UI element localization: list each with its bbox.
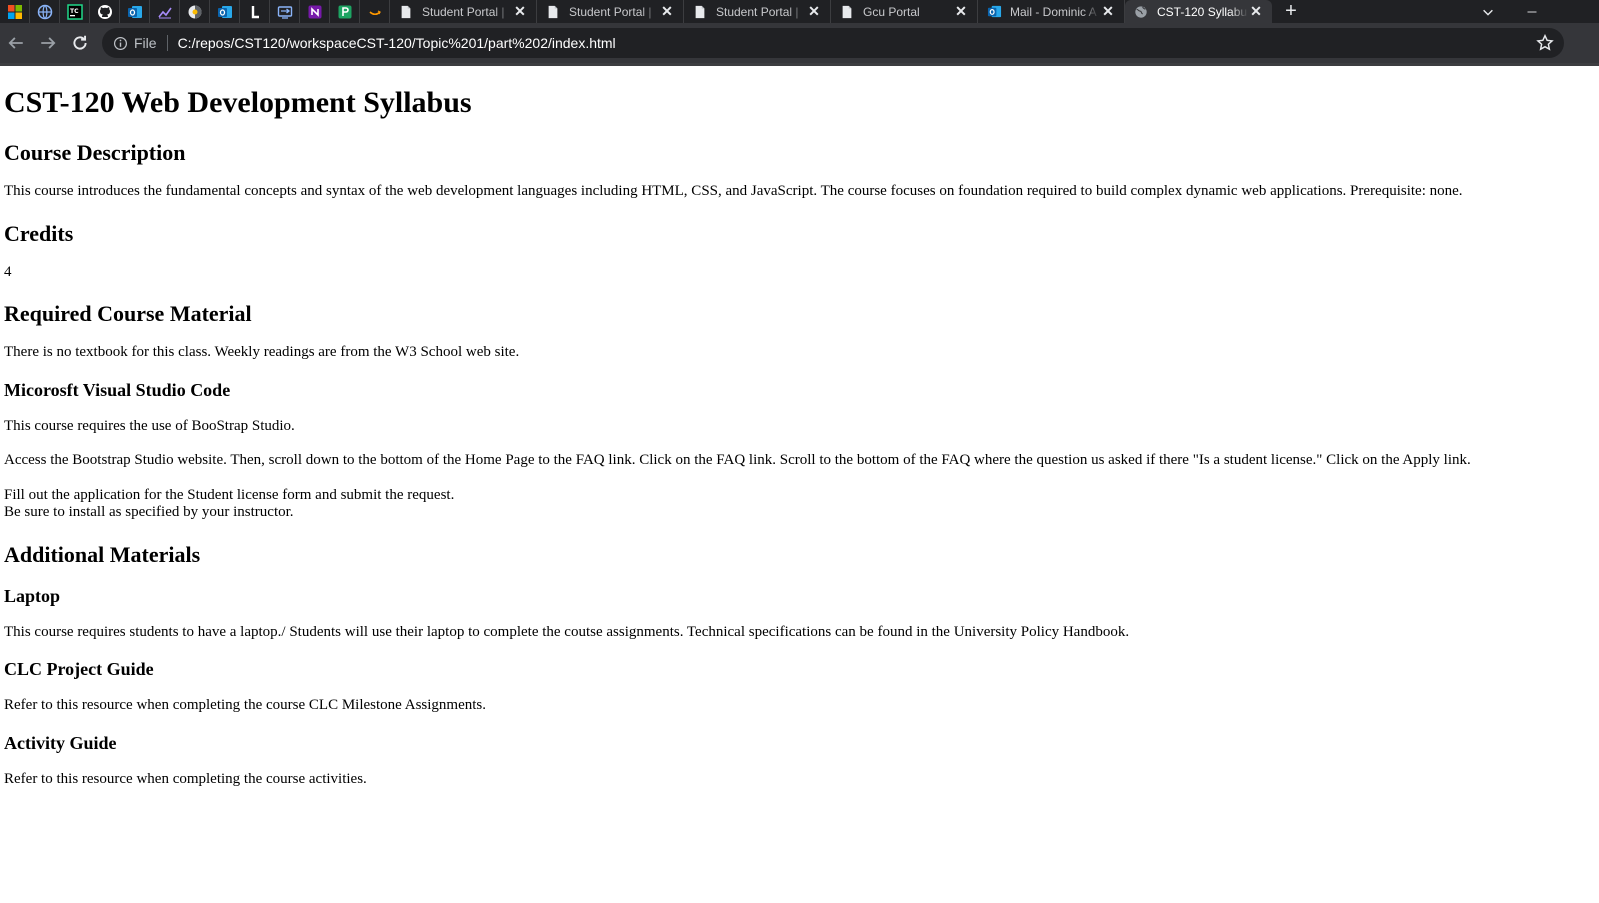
new-tab-button[interactable]: + <box>1276 0 1306 23</box>
install-note-text: Be sure to install as specified by your … <box>4 504 294 520</box>
tab-close-icon[interactable]: ✕ <box>953 3 969 20</box>
laptop-text: This course requires students to have a … <box>4 623 1130 640</box>
additional-materials-heading: Additional Materials <box>4 541 201 567</box>
lumen-l-icon <box>251 5 259 18</box>
tab-close-icon[interactable]: ✕ <box>1100 3 1116 20</box>
vscode-requirement-text: This course requires the use of BooStrap… <box>4 417 295 434</box>
forward-button[interactable] <box>32 27 64 59</box>
scheme-label: File <box>134 35 157 51</box>
tab-title: Student Portal | <box>716 4 799 19</box>
page-scrollbar[interactable] <box>1567 66 1599 903</box>
reload-icon <box>73 35 87 50</box>
course-description-heading: Course Description <box>4 140 186 165</box>
credits-heading: Credits <box>4 220 74 246</box>
pinned-tab-teamcity[interactable]: TC <box>60 0 90 23</box>
credits-value: 4 <box>4 263 12 280</box>
reload-button[interactable] <box>64 27 96 59</box>
activity-guide-text: Refer to this resource when completing t… <box>4 770 367 787</box>
document-icon <box>398 4 414 20</box>
tab-title: Gcu Portal <box>863 4 920 19</box>
tab-close-icon[interactable]: ✕ <box>512 3 528 20</box>
pinned-tab-microsoft[interactable] <box>0 0 30 23</box>
forward-arrow-icon <box>41 37 56 49</box>
web-globe-icon <box>37 4 52 19</box>
page-title: CST-120 Web Development Syllabus <box>4 86 472 119</box>
tab-title: CST-120 Syllabu <box>1157 4 1248 19</box>
outlook-icon <box>986 4 1002 20</box>
tab-student-portal-2[interactable]: Student Portal | ✕ <box>537 0 684 23</box>
back-arrow-icon <box>8 37 23 49</box>
pinned-tab-amazon[interactable] <box>360 0 390 23</box>
clc-project-guide-text: Refer to this resource when completing t… <box>4 697 486 713</box>
github-icon <box>97 4 112 19</box>
svg-text:TC: TC <box>70 8 79 15</box>
required-material-text: There is no textbook for this class. Wee… <box>4 344 520 360</box>
vscode-heading: Micorosft Visual Studio Code <box>4 379 231 400</box>
pinned-tab-canvas[interactable] <box>180 0 210 23</box>
bootstrap-instructions-text: Access the Bootstrap Studio website. The… <box>4 452 1471 468</box>
outlook-icon <box>127 5 142 18</box>
planner-p-icon <box>338 5 351 18</box>
bookmark-star-icon[interactable] <box>1536 34 1554 52</box>
address-bar[interactable]: File C:/repos/CST120/workspaceCST-120/To… <box>102 28 1564 58</box>
pinned-tab-lumen[interactable] <box>240 0 270 23</box>
window-minimize-icon[interactable] <box>1520 0 1544 23</box>
pinned-tab-analytics[interactable] <box>150 0 180 23</box>
document-icon <box>839 4 855 20</box>
clc-project-guide-heading: CLC Project Guide <box>4 659 154 679</box>
pinned-tabs: TC <box>0 0 390 23</box>
tab-title: Mail - Dominic A <box>1010 4 1097 19</box>
course-description-text: This course introduces the fundamental c… <box>4 183 1463 199</box>
onenote-icon <box>308 5 321 18</box>
tab-search-chevron-icon[interactable] <box>1476 0 1500 23</box>
site-info-icon[interactable] <box>112 35 128 51</box>
tab-close-icon[interactable]: ✕ <box>1248 3 1264 20</box>
back-button[interactable] <box>0 27 32 59</box>
tab-cst120-syllabus[interactable]: CST-120 Syllabu ✕ <box>1125 0 1272 23</box>
required-material-heading: Required Course Material <box>4 301 252 326</box>
tab-strip: TC Student Portal | ✕ Student Portal | ✕… <box>0 0 1599 23</box>
pinned-tab-planner[interactable] <box>330 0 360 23</box>
tab-mail[interactable]: Mail - Dominic A ✕ <box>978 0 1125 23</box>
pinned-tab-outlook-2[interactable] <box>210 0 240 23</box>
pinned-tab-remote[interactable] <box>270 0 300 23</box>
pinned-tab-onenote[interactable] <box>300 0 330 23</box>
tab-title: Student Portal | <box>569 4 652 19</box>
circle-logo-icon <box>188 5 201 18</box>
laptop-heading: Laptop <box>4 585 61 606</box>
pinned-tab-globe[interactable] <box>30 0 60 23</box>
remote-desktop-icon <box>277 5 292 19</box>
browser-toolbar: File C:/repos/CST120/workspaceCST-120/To… <box>0 23 1599 63</box>
globe-icon <box>1133 4 1149 20</box>
page-content: CST-120 Web Development Syllabus Course … <box>0 66 1567 903</box>
pinned-tab-github[interactable] <box>90 0 120 23</box>
document-icon <box>692 4 708 20</box>
tab-title: Student Portal | <box>422 4 505 19</box>
tab-student-portal-1[interactable]: Student Portal | ✕ <box>390 0 537 23</box>
tab-student-portal-3[interactable]: Student Portal | ✕ <box>684 0 831 23</box>
url-text[interactable]: C:/repos/CST120/workspaceCST-120/Topic%2… <box>178 35 616 51</box>
amazon-smile-icon <box>368 9 381 15</box>
license-form-text: Fill out the application for the Student… <box>4 486 455 503</box>
tab-gcu-portal[interactable]: Gcu Portal ✕ <box>831 0 978 23</box>
omnibox-divider <box>166 35 168 51</box>
chart-line-icon <box>157 7 172 18</box>
teamcity-icon: TC <box>66 3 83 20</box>
tab-close-icon[interactable]: ✕ <box>659 3 675 20</box>
tab-close-icon[interactable]: ✕ <box>806 3 822 20</box>
activity-guide-heading: Activity Guide <box>4 732 117 753</box>
outlook-icon <box>217 5 232 18</box>
pinned-tab-outlook[interactable] <box>120 0 150 23</box>
microsoft-icon <box>7 4 22 19</box>
document-icon <box>545 4 561 20</box>
